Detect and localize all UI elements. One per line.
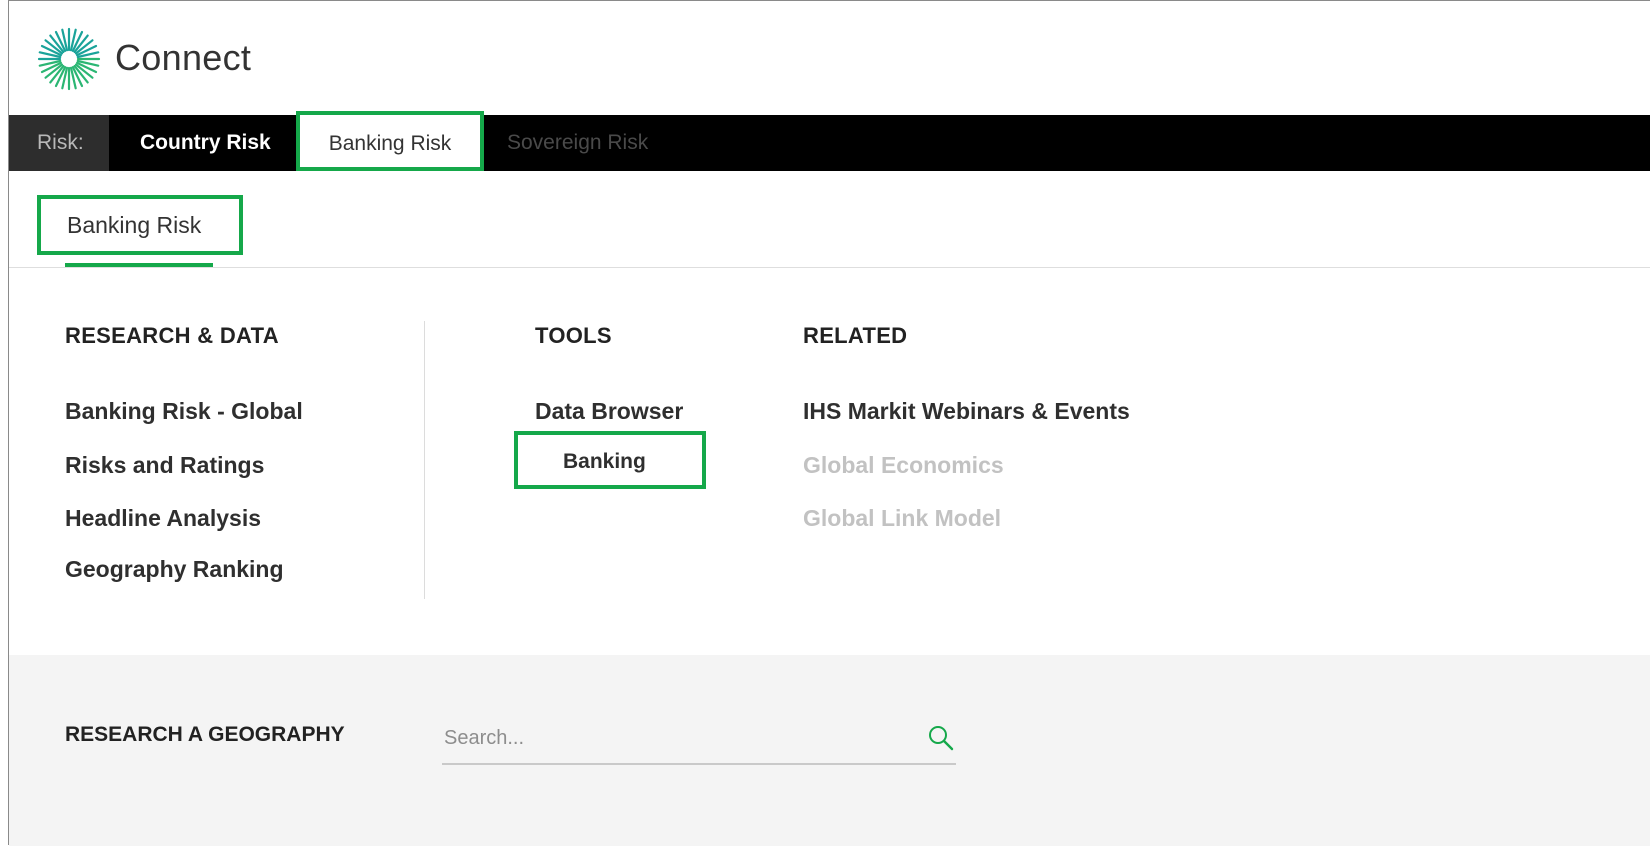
sub-nav-bar: Banking Risk <box>9 171 1650 268</box>
link-risks-and-ratings[interactable]: Risks and Ratings <box>65 452 264 479</box>
sub-tab-banking-risk[interactable]: Banking Risk <box>37 195 243 255</box>
nav-prefix-label: Risk: <box>9 115 109 171</box>
search-input[interactable] <box>442 715 916 761</box>
link-global-link-model[interactable]: Global Link Model <box>803 505 1001 532</box>
search-icon[interactable] <box>926 723 956 753</box>
page-frame: Connect Risk: Country Risk Banking Risk … <box>8 0 1650 846</box>
tools-heading: TOOLS <box>535 323 612 348</box>
search-field-wrapper <box>442 715 956 765</box>
nav-tab-country-risk[interactable]: Country Risk <box>140 115 271 171</box>
research-geography-section: RESEARCH A GEOGRAPHY <box>9 655 1650 846</box>
link-banking-risk-global[interactable]: Banking Risk - Global <box>65 398 303 425</box>
link-banking[interactable]: Banking <box>563 450 646 474</box>
link-data-browser[interactable]: Data Browser <box>535 398 683 425</box>
app-header: Connect <box>9 1 1650 115</box>
link-ihs-markit-webinars-events[interactable]: IHS Markit Webinars & Events <box>803 398 1130 425</box>
research-data-heading: RESEARCH & DATA <box>65 323 279 348</box>
app-title[interactable]: Connect <box>115 37 251 79</box>
nav-tab-banking-risk[interactable]: Banking Risk <box>296 111 484 171</box>
link-global-economics[interactable]: Global Economics <box>803 452 1004 479</box>
link-geography-ranking[interactable]: Geography Ranking <box>65 556 284 583</box>
column-divider <box>424 321 425 599</box>
sunburst-logo-icon[interactable] <box>37 27 101 91</box>
top-nav: Risk: Country Risk Banking Risk Sovereig… <box>9 111 1650 171</box>
related-heading: RELATED <box>803 323 908 348</box>
active-tab-underline <box>65 263 213 267</box>
research-geography-label: RESEARCH A GEOGRAPHY <box>65 723 345 746</box>
link-headline-analysis[interactable]: Headline Analysis <box>65 505 261 532</box>
nav-tab-sovereign-risk[interactable]: Sovereign Risk <box>507 115 648 171</box>
